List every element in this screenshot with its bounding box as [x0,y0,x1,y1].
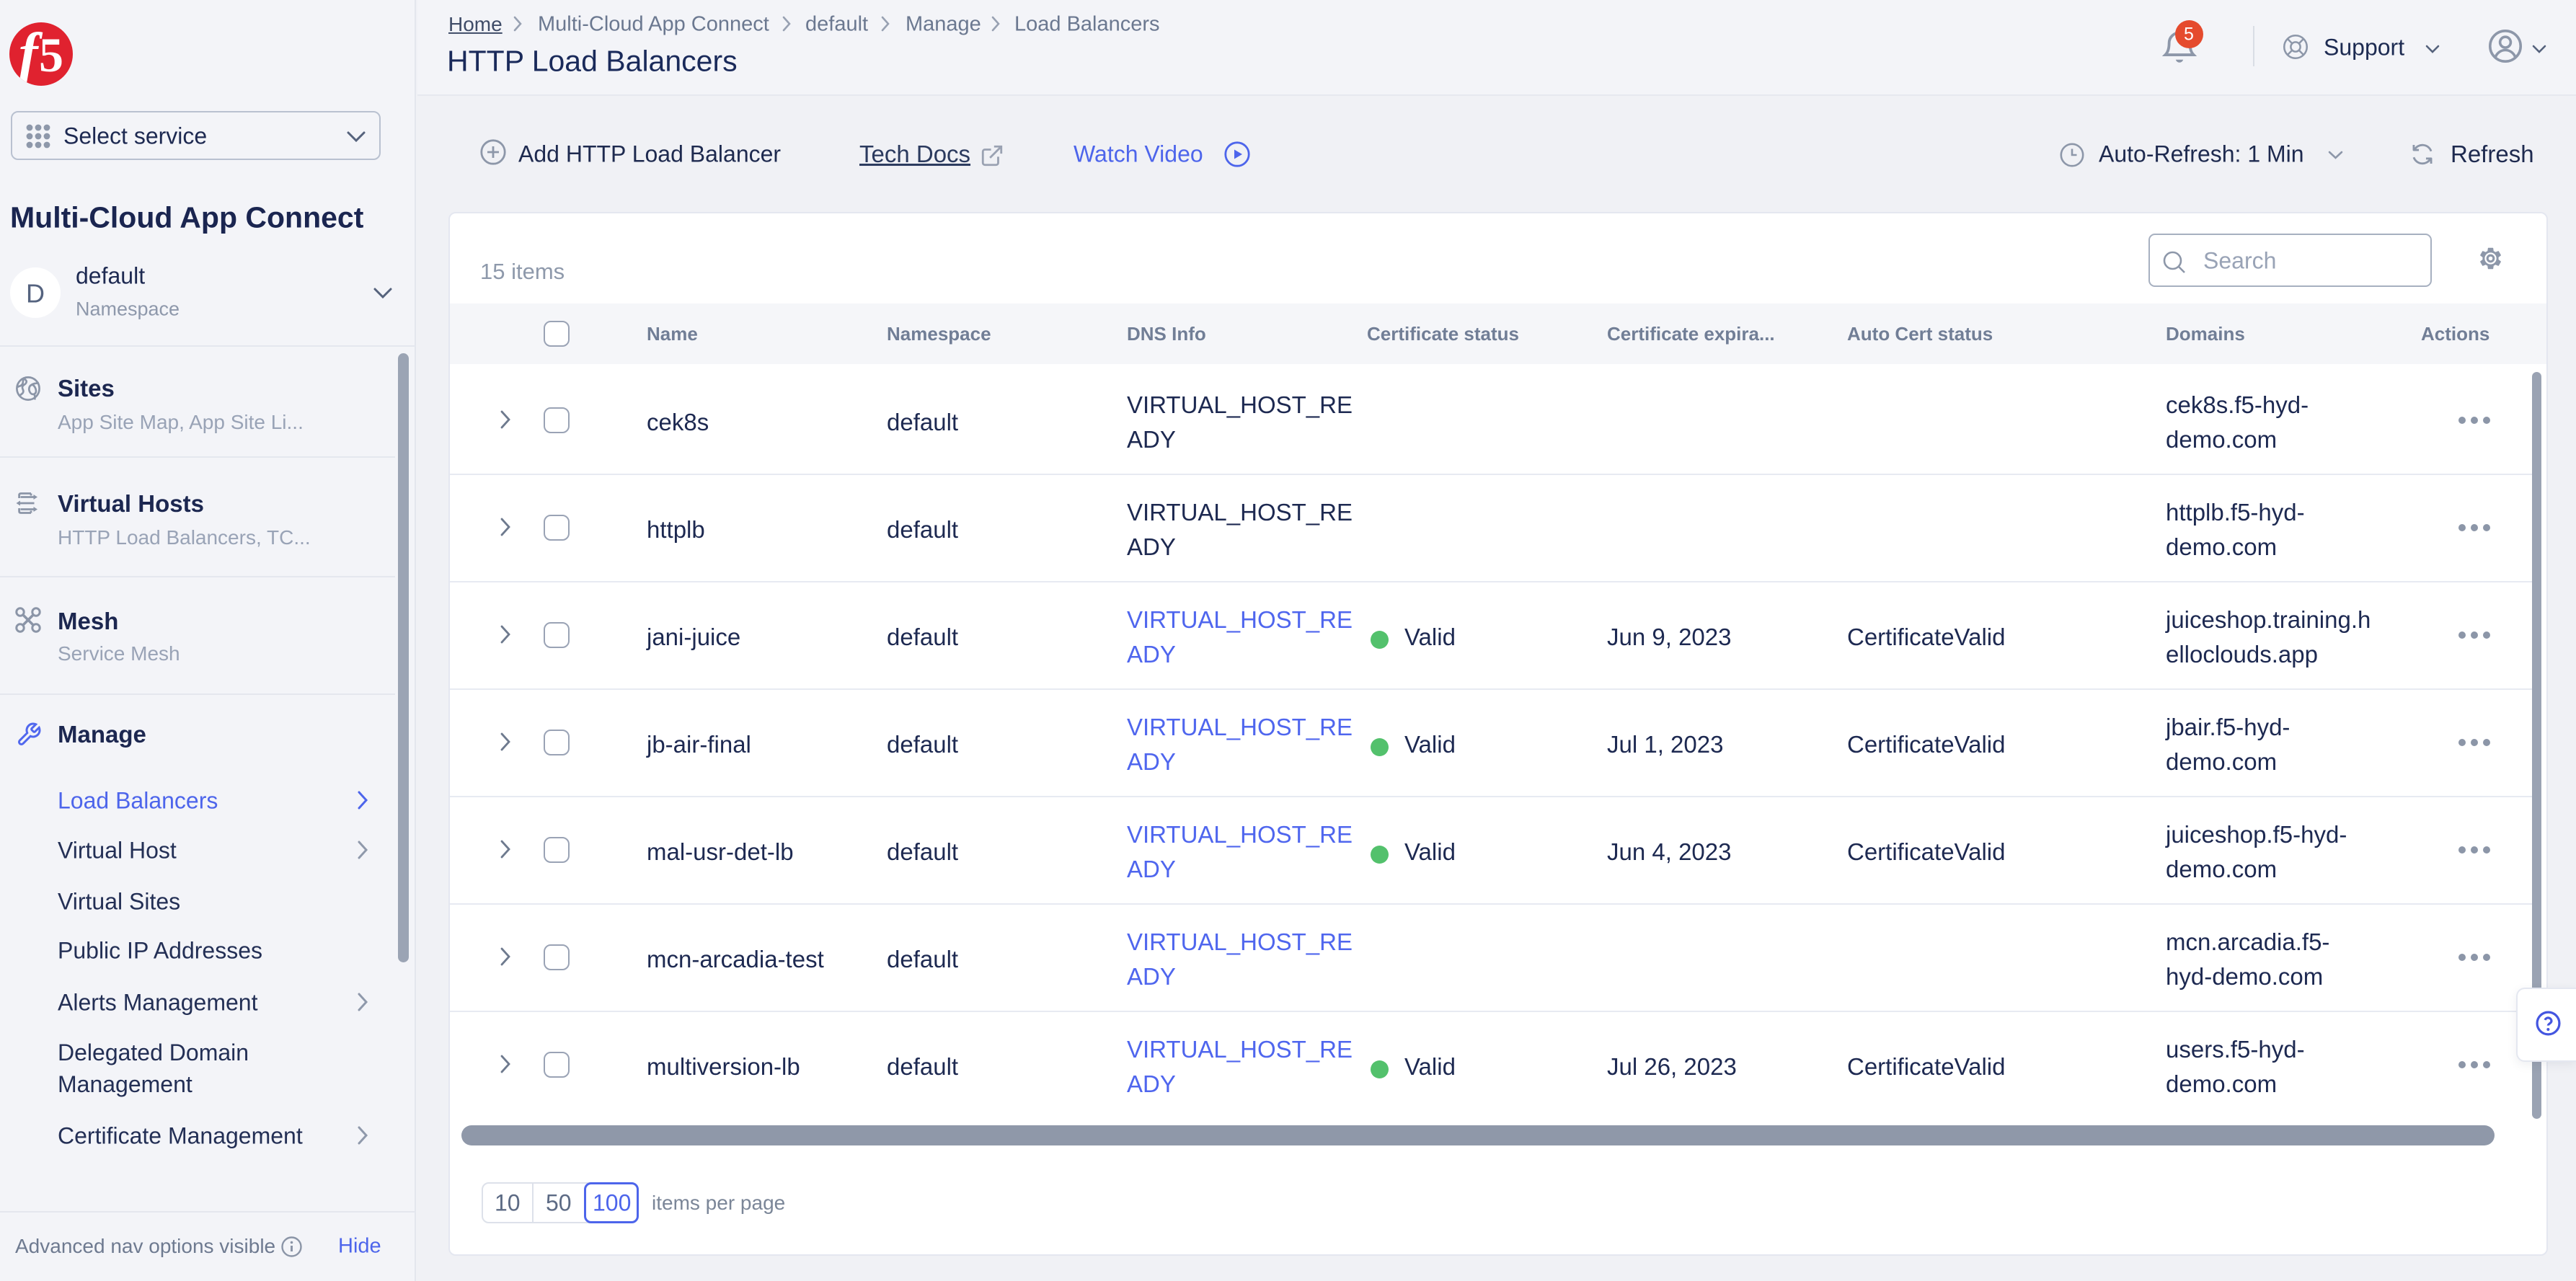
svg-text:5: 5 [39,27,63,82]
